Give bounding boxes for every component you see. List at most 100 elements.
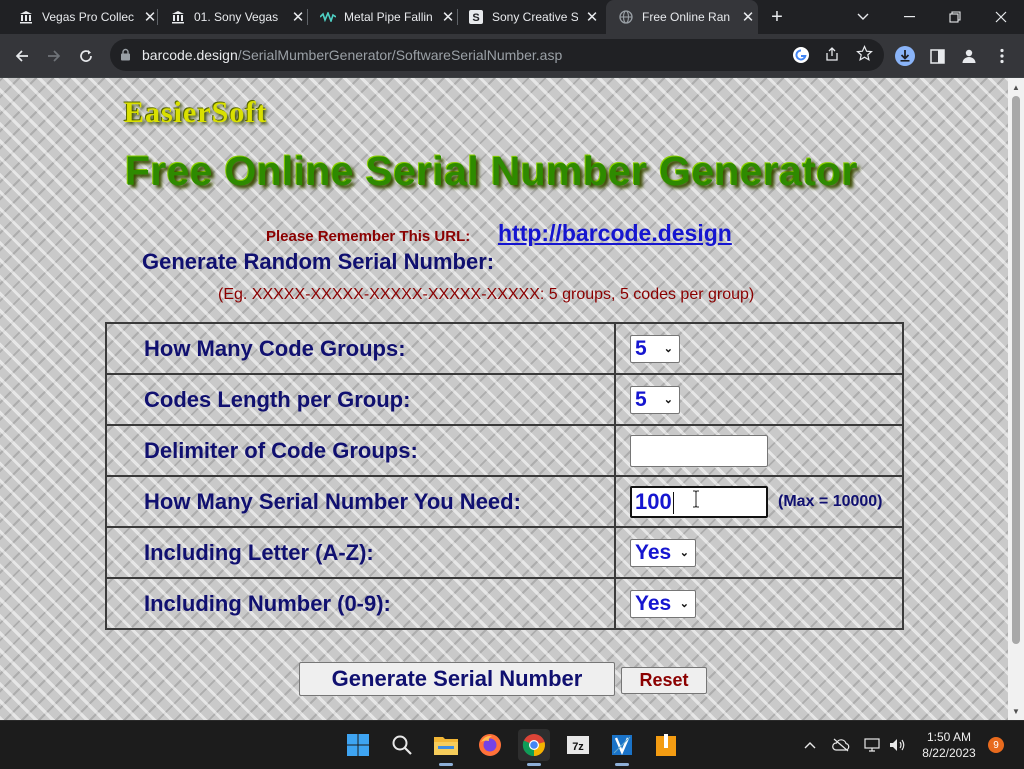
code-groups-select[interactable]: 5 ⌄ xyxy=(630,334,680,363)
scroll-up-arrow-icon[interactable]: ▲ xyxy=(1008,80,1024,94)
chevron-down-icon: ⌄ xyxy=(663,343,673,355)
code-length-label: Codes Length per Group: xyxy=(105,373,616,426)
chevron-down-icon: ⌄ xyxy=(663,394,673,406)
lock-icon[interactable] xyxy=(120,48,131,66)
table-row: How Many Serial Number You Need: 100 (Max… xyxy=(105,475,904,528)
tab-free-online-random[interactable]: Free Online Ran ✕ xyxy=(606,0,758,34)
table-row: Including Letter (A-Z): Yes ⌄ xyxy=(105,526,904,579)
volume-icon[interactable] xyxy=(887,735,907,755)
cloud-offline-icon[interactable] xyxy=(831,735,851,755)
windows-start-icon[interactable] xyxy=(342,729,374,761)
chevron-down-icon: ⌄ xyxy=(679,547,689,559)
code-groups-label: How Many Code Groups: xyxy=(105,322,616,375)
app-orange-icon[interactable] xyxy=(650,729,682,761)
include-letters-label: Including Letter (A-Z): xyxy=(105,526,616,579)
close-icon[interactable]: ✕ xyxy=(584,9,600,26)
include-numbers-cell: Yes ⌄ xyxy=(614,577,904,630)
tab-title: Vegas Pro Collec xyxy=(42,10,135,24)
svg-text:S: S xyxy=(472,12,479,24)
delimiter-input[interactable] xyxy=(630,434,768,467)
select-value: 5 xyxy=(635,336,647,360)
notification-badge[interactable]: 9 xyxy=(988,737,1004,753)
scroll-down-arrow-icon[interactable]: ▼ xyxy=(1008,704,1024,718)
tab-sony-creative[interactable]: S Sony Creative So ✕ xyxy=(458,0,606,34)
bookmark-star-icon[interactable] xyxy=(856,45,873,67)
side-panel-icon[interactable] xyxy=(923,42,951,70)
chrome-icon[interactable] xyxy=(518,729,550,766)
reload-icon[interactable] xyxy=(72,42,100,70)
browser-toolbar: barcode.design/SerialMumberGenerator/Sof… xyxy=(0,34,1024,78)
section-heading: Generate Random Serial Number: xyxy=(142,249,495,274)
tab-sony-vegas[interactable]: 01. Sony Vegas ✕ xyxy=(158,0,308,34)
url-path: /SerialMumberGenerator/SoftwareSerialNum… xyxy=(237,47,563,63)
download-icon[interactable] xyxy=(891,42,919,70)
chevron-down-icon: ⌄ xyxy=(679,598,689,610)
7zip-icon[interactable]: 7z xyxy=(562,729,594,761)
reset-button[interactable]: Reset xyxy=(621,667,707,694)
scrollbar-thumb[interactable] xyxy=(1012,96,1020,644)
max-count-note: (Max = 10000) xyxy=(778,492,883,510)
web-page: EasierSoft Free Online Serial Number Gen… xyxy=(0,78,1008,720)
table-row: Codes Length per Group: 5 ⌄ xyxy=(105,373,904,426)
back-arrow-icon[interactable] xyxy=(8,42,36,70)
table-row: Delimiter of Code Groups: xyxy=(105,424,904,477)
share-icon[interactable] xyxy=(824,46,840,67)
close-icon[interactable]: ✕ xyxy=(290,9,306,26)
search-icon[interactable] xyxy=(386,729,418,761)
profile-icon[interactable] xyxy=(955,42,983,70)
tab-vegas-pro[interactable]: Vegas Pro Collec ✕ xyxy=(0,0,158,34)
page-title: Free Online Serial Number Generator xyxy=(125,148,858,194)
close-icon[interactable]: ✕ xyxy=(440,9,456,26)
select-value: Yes xyxy=(635,591,672,615)
code-length-select[interactable]: 5 ⌄ xyxy=(630,385,680,414)
example-format-text: (Eg. XXXXX-XXXXX-XXXXX-XXXXX-XXXXX: 5 gr… xyxy=(218,286,755,303)
tab-title: Free Online Ran xyxy=(642,10,731,24)
clock-time: 1:50 AM xyxy=(926,730,972,744)
bank-icon xyxy=(170,9,186,25)
brand-logo: EasierSoft xyxy=(124,96,268,129)
table-row: How Many Code Groups: 5 ⌄ xyxy=(105,322,904,375)
kebab-menu-icon[interactable] xyxy=(988,42,1016,70)
restore-icon[interactable] xyxy=(932,0,978,34)
include-numbers-select[interactable]: Yes ⌄ xyxy=(630,589,696,618)
text-cursor-icon xyxy=(692,490,700,513)
clock-date: 8/22/2023 xyxy=(922,746,976,760)
close-icon[interactable]: ✕ xyxy=(740,9,756,26)
tab-strip: Vegas Pro Collec ✕ 01. Sony Vegas ✕ Meta… xyxy=(0,0,1024,34)
delimiter-label: Delimiter of Code Groups: xyxy=(105,424,616,477)
site-url-link[interactable]: http://barcode.design xyxy=(498,220,732,247)
include-letters-select[interactable]: Yes ⌄ xyxy=(630,538,696,567)
vegas-icon[interactable] xyxy=(606,729,638,766)
forward-arrow-icon[interactable] xyxy=(40,42,68,70)
tab-title: Metal Pipe Fallin xyxy=(344,10,433,24)
code-length-cell: 5 ⌄ xyxy=(614,373,904,426)
url-text: barcode.design/SerialMumberGenerator/Sof… xyxy=(142,47,562,63)
network-icon[interactable] xyxy=(862,735,882,755)
new-tab-plus-icon[interactable]: + xyxy=(766,6,788,28)
table-row: Including Number (0-9): Yes ⌄ xyxy=(105,577,904,630)
generate-serial-button[interactable]: Generate Serial Number xyxy=(299,662,615,696)
tray-chevron-up-icon[interactable] xyxy=(800,735,820,755)
text-caret xyxy=(672,491,674,514)
firefox-icon[interactable] xyxy=(474,729,506,761)
url-host: barcode.design xyxy=(142,47,238,63)
input-value: 100 xyxy=(635,488,672,514)
delimiter-cell xyxy=(614,424,904,477)
code-groups-cell: 5 ⌄ xyxy=(614,322,904,375)
tab-search-chevron-icon[interactable] xyxy=(840,0,886,34)
address-bar[interactable]: barcode.design/SerialMumberGenerator/Sof… xyxy=(110,39,884,71)
close-window-icon[interactable] xyxy=(978,0,1024,34)
system-clock[interactable]: 1:50 AM 8/22/2023 xyxy=(917,729,981,761)
serial-count-cell: 100 (Max = 10000) xyxy=(614,475,904,528)
close-icon[interactable]: ✕ xyxy=(142,9,158,26)
minimize-icon[interactable] xyxy=(886,0,932,34)
google-lens-icon[interactable] xyxy=(792,46,810,69)
page-scrollbar[interactable]: ▲ ▼ xyxy=(1008,78,1024,720)
file-explorer-icon[interactable] xyxy=(430,729,462,766)
tab-metal-pipe[interactable]: Metal Pipe Fallin ✕ xyxy=(308,0,458,34)
include-numbers-label: Including Number (0-9): xyxy=(105,577,616,630)
tab-title: 01. Sony Vegas xyxy=(194,10,279,24)
include-letters-cell: Yes ⌄ xyxy=(614,526,904,579)
tab-title: Sony Creative So xyxy=(492,10,578,24)
serial-options-table: How Many Code Groups: 5 ⌄ Codes Length pe… xyxy=(105,322,904,630)
